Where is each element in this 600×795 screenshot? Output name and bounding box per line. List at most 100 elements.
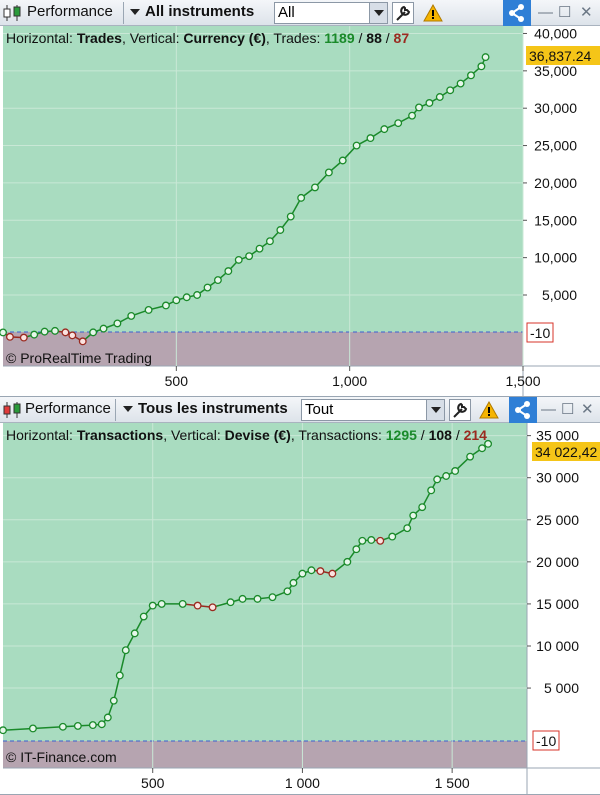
trade-point[interactable] xyxy=(245,252,254,261)
trade-point[interactable] xyxy=(109,696,118,705)
trade-point[interactable] xyxy=(352,545,361,554)
trade-point[interactable] xyxy=(144,306,153,314)
trade-point[interactable] xyxy=(307,566,316,575)
trade-point[interactable] xyxy=(338,156,347,165)
trade-point[interactable] xyxy=(121,646,130,655)
trade-point[interactable] xyxy=(157,599,166,608)
trade-point[interactable] xyxy=(255,244,264,253)
trade-point[interactable] xyxy=(208,603,217,612)
trade-point[interactable] xyxy=(178,599,187,608)
trade-point[interactable] xyxy=(343,557,352,566)
trade-point[interactable] xyxy=(127,311,136,320)
trade-point[interactable] xyxy=(19,333,28,342)
trade-point[interactable] xyxy=(297,193,306,202)
trade-point[interactable] xyxy=(89,328,98,337)
trade-point[interactable] xyxy=(394,119,403,128)
trade-point[interactable] xyxy=(425,99,434,107)
instrument-scope-dropdown[interactable]: Tous les instruments xyxy=(123,399,288,421)
trade-point[interactable] xyxy=(408,111,417,120)
trade-point[interactable] xyxy=(481,53,490,62)
trade-point[interactable] xyxy=(40,327,49,336)
trade-point[interactable] xyxy=(446,86,455,95)
trade-point[interactable] xyxy=(435,93,444,101)
warning-icon[interactable] xyxy=(479,401,499,419)
candlestick-icon[interactable] xyxy=(3,4,23,22)
trade-point[interactable] xyxy=(276,226,285,234)
share-button[interactable] xyxy=(503,0,531,26)
trade-point[interactable] xyxy=(415,103,423,112)
trade-point[interactable] xyxy=(30,330,39,339)
equity-chart-bottom[interactable]: 5 000 10 000 15 000 20 000 25 000 30 000 35 00… xyxy=(0,423,600,795)
trade-point[interactable] xyxy=(311,183,319,192)
trade-point[interactable] xyxy=(226,598,235,607)
trade-point[interactable] xyxy=(73,721,82,730)
trade-point[interactable] xyxy=(418,503,427,512)
trade-point[interactable] xyxy=(5,332,14,341)
trade-point[interactable] xyxy=(172,296,181,305)
trade-point[interactable] xyxy=(0,726,7,735)
trade-point[interactable] xyxy=(442,472,451,480)
trade-point[interactable] xyxy=(88,721,97,730)
trade-point[interactable] xyxy=(433,475,442,484)
equity-chart-top[interactable]: 5,000 10,000 15,000 20,000 25,000 30,000 35,00… xyxy=(0,26,600,397)
trade-point[interactable] xyxy=(477,62,486,71)
trade-point[interactable] xyxy=(286,212,295,221)
trade-point[interactable] xyxy=(58,722,67,731)
trade-point[interactable] xyxy=(193,291,202,299)
trade-point[interactable] xyxy=(388,532,397,541)
trade-point[interactable] xyxy=(316,567,325,576)
trade-point[interactable] xyxy=(268,593,277,602)
trade-point[interactable] xyxy=(113,319,122,328)
trade-point[interactable] xyxy=(130,629,139,638)
close-button[interactable]: ✕ xyxy=(580,3,593,23)
trade-point[interactable] xyxy=(61,328,70,337)
trade-point[interactable] xyxy=(265,237,274,246)
trade-point[interactable] xyxy=(467,71,475,80)
trade-point[interactable] xyxy=(182,293,191,302)
trade-point[interactable] xyxy=(193,601,202,610)
trade-point[interactable] xyxy=(253,594,262,603)
close-button[interactable]: ✕ xyxy=(581,400,594,420)
minimize-button[interactable]: — xyxy=(538,3,553,23)
trade-point[interactable] xyxy=(451,467,460,475)
maximize-button[interactable]: ☐ xyxy=(561,400,574,420)
trade-point[interactable] xyxy=(99,324,108,333)
candlestick-icon[interactable] xyxy=(3,401,23,419)
trade-point[interactable] xyxy=(203,283,212,292)
trade-point[interactable] xyxy=(358,536,367,545)
trade-point[interactable] xyxy=(409,511,418,520)
trade-point[interactable] xyxy=(324,168,333,177)
trade-point[interactable] xyxy=(234,255,243,264)
trade-point[interactable] xyxy=(283,587,292,596)
trade-point[interactable] xyxy=(115,671,124,680)
trade-point[interactable] xyxy=(427,486,436,495)
trade-point[interactable] xyxy=(68,331,77,340)
trade-point[interactable] xyxy=(466,452,475,461)
trade-point[interactable] xyxy=(366,134,375,143)
trade-point[interactable] xyxy=(328,569,337,578)
trade-point[interactable] xyxy=(367,536,376,544)
trade-point[interactable] xyxy=(161,301,170,310)
warning-icon[interactable] xyxy=(423,4,443,22)
trade-point[interactable] xyxy=(238,594,247,603)
trade-point[interactable] xyxy=(376,536,385,545)
trade-point[interactable] xyxy=(352,141,361,150)
trade-point[interactable] xyxy=(78,337,87,346)
trade-point[interactable] xyxy=(380,125,389,134)
trade-point[interactable] xyxy=(213,276,222,285)
settings-wrench-button[interactable] xyxy=(392,2,414,24)
trade-point[interactable] xyxy=(139,612,148,621)
trade-point[interactable] xyxy=(456,79,465,88)
instrument-scope-dropdown[interactable]: All instruments xyxy=(130,2,254,24)
minimize-button[interactable]: — xyxy=(541,400,556,420)
trade-point[interactable] xyxy=(403,524,412,533)
trade-point[interactable] xyxy=(51,326,59,335)
settings-wrench-button[interactable] xyxy=(449,399,471,421)
filter-select[interactable]: Tout xyxy=(301,399,445,421)
trade-point[interactable] xyxy=(148,601,157,610)
trade-point[interactable] xyxy=(97,720,106,729)
trade-point[interactable] xyxy=(289,578,298,587)
trade-point[interactable] xyxy=(0,328,7,337)
trade-point[interactable] xyxy=(298,569,307,578)
trade-point[interactable] xyxy=(103,713,112,722)
